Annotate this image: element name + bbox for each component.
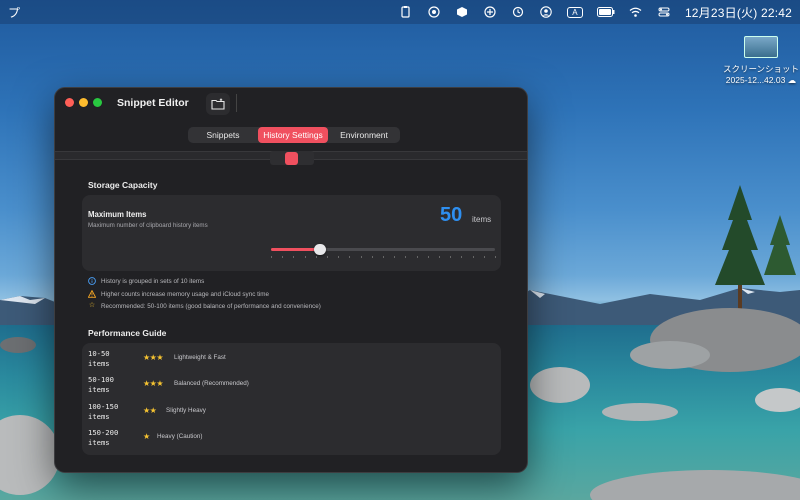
performance-guide-card: 10-50 items ★★★ Lightweight & Fast 50-100… bbox=[82, 343, 501, 455]
tab-snippets[interactable]: Snippets bbox=[188, 127, 258, 143]
control-center-icon[interactable] bbox=[657, 5, 671, 19]
note-grouping-text: History is grouped in sets of 10 items bbox=[101, 277, 205, 285]
time-machine-icon[interactable] bbox=[511, 5, 525, 19]
new-snippet-button[interactable] bbox=[206, 93, 230, 115]
guide-row-range: 10-50 items bbox=[88, 349, 140, 369]
guide-row-range-value: 10-50 bbox=[88, 349, 110, 358]
tab-history-settings[interactable]: History Settings bbox=[258, 127, 328, 143]
maximum-items-value: 50 bbox=[440, 204, 463, 226]
guide-row-range: 150-200 items bbox=[88, 428, 140, 448]
slider-tick bbox=[282, 256, 284, 258]
note-recommended-text: Recommended: 50-100 items (good balance … bbox=[101, 302, 321, 310]
slider-tick bbox=[327, 256, 328, 258]
focus-icon[interactable] bbox=[427, 5, 441, 19]
guide-row-stars: ★★ bbox=[143, 406, 157, 415]
storage-capacity-title: Storage Capacity bbox=[88, 180, 158, 190]
info-icon bbox=[88, 277, 96, 285]
minimize-window-button[interactable] bbox=[79, 98, 88, 107]
cube-icon[interactable] bbox=[455, 5, 469, 19]
blocks-icon[interactable] bbox=[483, 5, 497, 19]
guide-row-range-unit: items bbox=[88, 412, 110, 421]
user-icon[interactable] bbox=[539, 5, 553, 19]
clipboard-icon[interactable] bbox=[399, 5, 413, 19]
close-window-button[interactable] bbox=[65, 98, 74, 107]
slider-tick bbox=[360, 256, 362, 258]
note-recommended: ☆ Recommended: 50-100 items (good balanc… bbox=[88, 302, 321, 310]
slider-tick bbox=[405, 256, 407, 258]
slider-tick bbox=[483, 256, 485, 258]
tab-bar: Snippets History Settings Environment bbox=[188, 127, 400, 143]
background-rocks bbox=[530, 308, 800, 500]
slider-tick bbox=[338, 256, 340, 258]
guide-row-description: Balanced (Recommended) bbox=[174, 380, 249, 387]
slider-tick bbox=[472, 256, 474, 258]
slider-tick bbox=[439, 256, 440, 258]
tab-environment[interactable]: Environment bbox=[328, 127, 400, 143]
guide-row-range-unit: items bbox=[88, 359, 110, 368]
toolbar-separator bbox=[236, 94, 237, 112]
guide-row-stars: ★ bbox=[143, 432, 150, 441]
guide-row: 100-150 items ★★ Slightly Heavy bbox=[88, 402, 488, 424]
guide-row-range: 100-150 items bbox=[88, 402, 140, 422]
guide-row: 50-100 items ★★★ Balanced (Recommended) bbox=[88, 375, 488, 397]
slider-tick bbox=[315, 256, 317, 258]
guide-row-description: Slightly Heavy bbox=[166, 407, 206, 414]
slider-ticks bbox=[271, 256, 496, 259]
maximum-items-description: Maximum number of clipboard history item… bbox=[88, 222, 208, 229]
menu-bar-app-glyph[interactable]: プ bbox=[8, 4, 20, 21]
desktop-screenshot-file[interactable]: スクリーンショット 2025-12...42.03 ☁ bbox=[722, 36, 800, 86]
folder-add-icon bbox=[211, 98, 225, 110]
guide-row-description: Heavy (Caution) bbox=[157, 433, 203, 440]
guide-row-range-unit: items bbox=[88, 385, 110, 394]
maximum-items-slider-fill bbox=[271, 248, 321, 251]
note-memory-text: Higher counts increase memory usage and … bbox=[101, 290, 269, 298]
title-bar[interactable]: Snippet Editor bbox=[55, 88, 527, 118]
performance-guide-title: Performance Guide bbox=[88, 328, 167, 338]
maximum-items-slider-thumb[interactable] bbox=[314, 244, 327, 255]
battery-icon[interactable] bbox=[596, 5, 615, 19]
slider-tick bbox=[349, 256, 351, 258]
slider-tick bbox=[394, 256, 396, 258]
guide-row-range-value: 150-200 bbox=[88, 428, 119, 437]
menu-bar: プ A 12月23日(火) 22:42 bbox=[0, 0, 800, 24]
star-icon: ☆ bbox=[88, 302, 96, 309]
slider-tick bbox=[450, 256, 452, 258]
zoom-window-button[interactable] bbox=[93, 98, 102, 107]
note-memory: Higher counts increase memory usage and … bbox=[87, 289, 269, 298]
slider-tick bbox=[495, 256, 496, 258]
background-left-rock bbox=[0, 337, 60, 495]
maximum-items-unit: items bbox=[472, 215, 492, 224]
guide-row-stars: ★★★ bbox=[143, 379, 164, 388]
note-grouping: History is grouped in sets of 10 items bbox=[88, 277, 204, 285]
slider-tick bbox=[304, 256, 306, 258]
warning-icon bbox=[87, 289, 97, 298]
slider-tick bbox=[271, 256, 272, 258]
guide-row-description: Lightweight & Fast bbox=[174, 354, 226, 361]
slider-tick bbox=[461, 256, 463, 258]
file-name-line2: 2025-12...42.03 bbox=[725, 75, 786, 85]
divider-handle[interactable] bbox=[285, 152, 298, 165]
slider-tick bbox=[416, 256, 418, 258]
guide-row-range-unit: items bbox=[88, 438, 110, 447]
guide-row: 150-200 items ★ Heavy (Caution) bbox=[88, 428, 488, 450]
input-source-icon[interactable]: A bbox=[566, 6, 583, 18]
file-name-line1: スクリーンショット bbox=[722, 64, 800, 74]
slider-tick bbox=[427, 256, 429, 258]
cloud-icon: ☁ bbox=[787, 75, 797, 85]
window-title: Snippet Editor bbox=[117, 97, 189, 109]
snippet-editor-window: Snippet Editor Snippets History Settings… bbox=[54, 87, 528, 473]
guide-row-range: 50-100 items bbox=[88, 375, 140, 395]
maximum-items-card: Maximum Items Maximum number of clipboar… bbox=[82, 195, 501, 271]
menu-bar-clock[interactable]: 12月23日(火) 22:42 bbox=[685, 4, 792, 21]
slider-tick bbox=[371, 256, 373, 258]
guide-row-range-value: 50-100 bbox=[88, 375, 114, 384]
guide-row-range-value: 100-150 bbox=[88, 402, 119, 411]
guide-row-stars: ★★★ bbox=[143, 353, 164, 362]
wifi-icon[interactable] bbox=[629, 5, 643, 19]
maximum-items-label: Maximum Items bbox=[88, 210, 147, 219]
guide-row: 10-50 items ★★★ Lightweight & Fast bbox=[88, 349, 488, 371]
slider-tick bbox=[383, 256, 384, 258]
slider-tick bbox=[293, 256, 295, 258]
file-thumbnail bbox=[744, 36, 778, 58]
